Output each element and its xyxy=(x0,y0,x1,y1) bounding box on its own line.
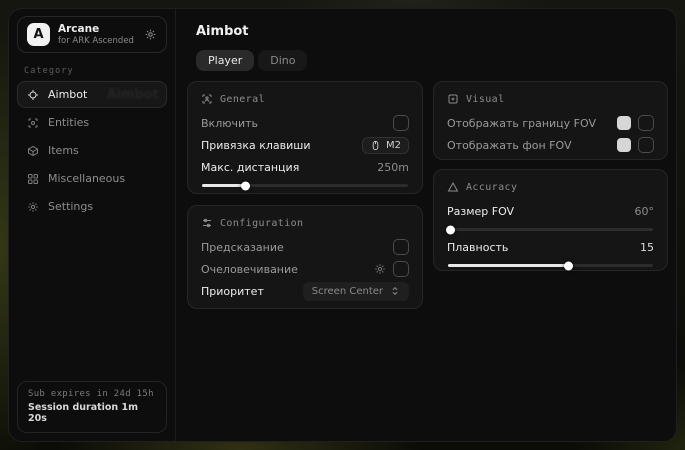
grid-icon xyxy=(27,173,39,185)
app-title: Arcane xyxy=(58,23,134,36)
fov-size-slider[interactable] xyxy=(448,228,653,231)
max-distance-label: Макс. дистанция xyxy=(201,161,299,174)
category-label: Category xyxy=(24,66,175,76)
slider-thumb[interactable] xyxy=(241,181,250,190)
max-distance-value: 250m xyxy=(377,161,409,174)
card-visual: Visual Отображать границу FOV Отображать… xyxy=(433,81,668,160)
main-panel: Aimbot Player Dino General Включить xyxy=(176,9,676,441)
smoothness-value: 15 xyxy=(640,241,654,254)
card-configuration: Configuration Предсказание Очеловечивани… xyxy=(187,205,423,309)
humanize-label: Очеловечивание xyxy=(201,263,298,276)
sidebar-header: A Arcane for ARK Ascended xyxy=(17,16,167,53)
priority-label: Приоритет xyxy=(201,285,264,298)
page-title: Aimbot xyxy=(196,24,249,39)
box-icon xyxy=(27,145,39,157)
fov-size-label: Размер FOV xyxy=(447,205,514,218)
fov-border-label: Отображать границу FOV xyxy=(447,117,596,130)
sidebar: A Arcane for ARK Ascended Category xyxy=(9,9,176,441)
triangle-icon xyxy=(447,181,459,193)
keybind-label: Привязка клавиши xyxy=(201,139,311,152)
card-accuracy-title: Accuracy xyxy=(466,182,517,193)
app-subtitle: for ARK Ascended xyxy=(58,36,134,47)
card-configuration-title: Configuration xyxy=(220,218,303,229)
tab-dino[interactable]: Dino xyxy=(258,50,307,71)
app-window: A Arcane for ARK Ascended Category xyxy=(8,8,677,442)
keybind-button[interactable]: M2 xyxy=(362,137,409,154)
sidebar-ghost-watermark: Aimbot xyxy=(106,87,159,102)
humanize-gear-icon[interactable] xyxy=(374,263,386,275)
sidebar-item-label: Miscellaneous xyxy=(48,172,125,185)
sub-expires-text: Sub expires in 24d 15h xyxy=(28,389,156,399)
card-general-title: General xyxy=(220,94,265,105)
app-logo: A xyxy=(27,23,50,46)
enable-label: Включить xyxy=(201,117,258,130)
gear-icon xyxy=(27,201,39,213)
fov-size-value: 60° xyxy=(635,205,655,218)
smoothness-label: Плавность xyxy=(447,241,508,254)
fov-bg-color-swatch[interactable] xyxy=(617,138,631,152)
slider-thumb[interactable] xyxy=(446,225,455,234)
enable-checkbox[interactable] xyxy=(393,115,409,131)
fov-bg-checkbox[interactable] xyxy=(638,137,654,153)
tab-player[interactable]: Player xyxy=(196,50,254,71)
prediction-checkbox[interactable] xyxy=(393,239,409,255)
slider-fill xyxy=(448,228,450,231)
sidebar-nav: Aimbot Aimbot Entities Items xyxy=(9,81,175,220)
frame-plus-icon xyxy=(447,93,459,105)
sidebar-item-label: Items xyxy=(48,144,79,157)
tab-bar: Player Dino xyxy=(196,50,307,71)
priority-select-value: Screen Center xyxy=(312,286,383,297)
fov-bg-label: Отображать фон FOV xyxy=(447,139,571,152)
card-general: General Включить Привязка клавиши M2 xyxy=(187,81,423,194)
card-visual-title: Visual xyxy=(466,94,505,105)
session-info-box: Sub expires in 24d 15h Session duration … xyxy=(17,381,167,433)
slider-fill xyxy=(202,184,245,187)
sidebar-item-aimbot[interactable]: Aimbot Aimbot xyxy=(17,81,167,108)
sliders-icon xyxy=(201,217,213,229)
crosshair-icon xyxy=(27,89,39,101)
sidebar-item-entities[interactable]: Entities xyxy=(17,109,167,136)
slider-fill xyxy=(448,264,569,267)
max-distance-slider[interactable] xyxy=(202,184,408,187)
header-gear-icon[interactable] xyxy=(144,28,157,41)
scan-icon xyxy=(27,117,39,129)
session-duration-text: Session duration 1m 20s xyxy=(28,402,156,424)
priority-select[interactable]: Screen Center xyxy=(303,282,409,301)
sidebar-item-label: Aimbot xyxy=(48,88,87,101)
slider-thumb[interactable] xyxy=(564,261,573,270)
sidebar-item-miscellaneous[interactable]: Miscellaneous xyxy=(17,165,167,192)
sidebar-item-label: Settings xyxy=(48,200,93,213)
chevrons-up-down-icon xyxy=(390,286,400,296)
sidebar-item-label: Entities xyxy=(48,116,89,129)
mouse-icon xyxy=(370,140,381,151)
sidebar-item-settings[interactable]: Settings xyxy=(17,193,167,220)
humanize-checkbox[interactable] xyxy=(393,261,409,277)
smoothness-slider[interactable] xyxy=(448,264,653,267)
prediction-label: Предсказание xyxy=(201,241,284,254)
keybind-value: M2 xyxy=(386,140,401,151)
sidebar-item-items[interactable]: Items xyxy=(17,137,167,164)
fov-border-color-swatch[interactable] xyxy=(617,116,631,130)
fov-border-checkbox[interactable] xyxy=(638,115,654,131)
user-focus-icon xyxy=(201,93,213,105)
card-accuracy: Accuracy Размер FOV 60° Плавность 15 xyxy=(433,169,668,271)
